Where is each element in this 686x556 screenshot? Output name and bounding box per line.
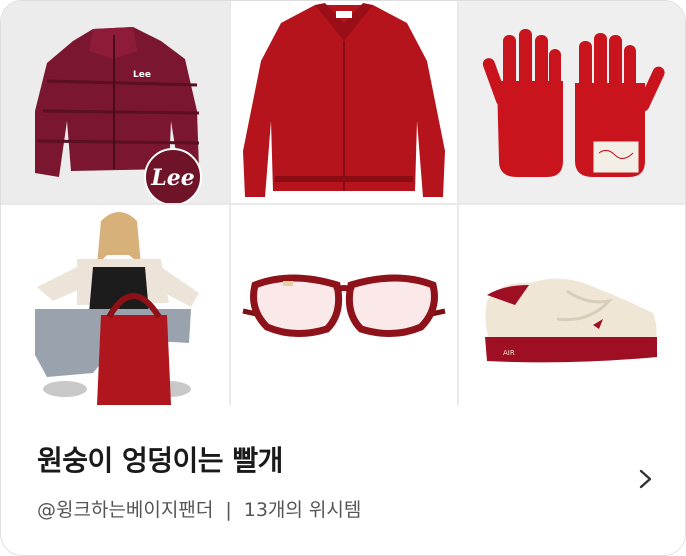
red-glasses-image[interactable] (231, 205, 457, 405)
collection-title: 원숭이 엉덩이는 빨개 (37, 444, 283, 477)
chevron-right-icon[interactable] (631, 465, 659, 493)
lee-logo: Lee (150, 165, 194, 191)
collection-meta: @윙크하는베이지팬더 | 13개의 위시템 (37, 495, 361, 522)
collection-info[interactable]: 원숭이 엉덩이는 빨개 @윙크하는베이지팬더 | 13개의 위시템 (1, 405, 685, 555)
item-count: 13개의 위시템 (243, 499, 362, 521)
svg-text:AIR: AIR (503, 349, 515, 357)
puffer-jacket-image[interactable]: Lee Lee (1, 1, 229, 203)
sneaker-image[interactable]: AIR (459, 205, 685, 405)
red-gloves-image[interactable] (459, 1, 685, 203)
product-image-grid: Lee Lee AIR (1, 1, 685, 405)
red-jacket-image[interactable] (231, 1, 457, 203)
wishlist-collection-card[interactable]: Lee Lee AIR 원숭이 엉덩이는 빨개 @윙크하는베이지팬더 | 13개… (0, 0, 686, 556)
author-handle[interactable]: @윙크하는베이지팬더 (37, 499, 213, 521)
model-with-red-bag-image[interactable] (1, 205, 229, 405)
meta-separator: | (225, 499, 232, 521)
svg-text:Lee: Lee (133, 70, 151, 80)
